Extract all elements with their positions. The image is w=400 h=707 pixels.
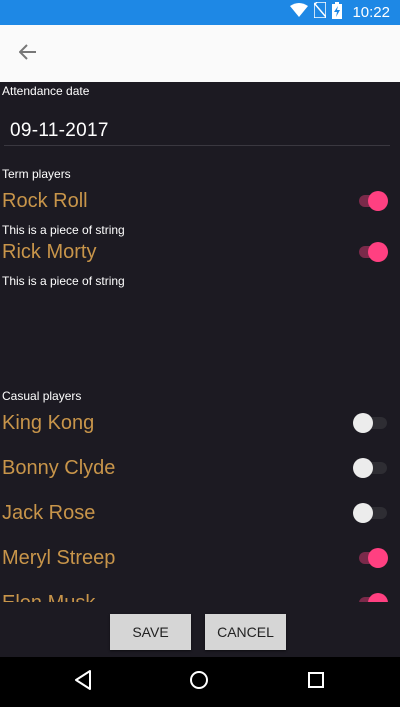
app-bar <box>0 25 400 82</box>
nav-back-button[interactable] <box>70 669 96 695</box>
term-player-name: Rock Roll <box>2 190 88 212</box>
term-player-name: Rick Morty <box>2 241 97 263</box>
casual-player-switch[interactable] <box>353 547 389 569</box>
no-sim-icon <box>313 1 328 23</box>
battery-charging-icon <box>332 1 343 24</box>
wifi-icon <box>290 3 309 22</box>
attendance-date-field[interactable]: 09-11-2017 <box>10 120 109 142</box>
casual-player-name: Bonny Clyde <box>2 457 116 479</box>
casual-player-name: Jack Rose <box>2 502 96 524</box>
status-time: 10:22 <box>352 4 390 21</box>
status-icons: 10:22 <box>290 1 390 24</box>
casual-player-switch[interactable] <box>353 412 389 434</box>
content-area: Attendance date 09-11-2017 Term players … <box>0 82 400 602</box>
attendance-date-label: Attendance date <box>2 84 90 98</box>
term-player-subtitle: This is a piece of string <box>2 274 125 288</box>
nav-home-button[interactable] <box>186 669 212 695</box>
cancel-button[interactable]: CANCEL <box>205 614 286 650</box>
casual-player-switch[interactable] <box>353 502 389 524</box>
casual-player-switch[interactable] <box>353 457 389 479</box>
arrow-left-icon <box>18 43 37 65</box>
term-players-label: Term players <box>2 167 71 181</box>
term-player-switch[interactable] <box>353 190 389 212</box>
term-player-switch[interactable] <box>353 241 389 263</box>
system-nav-bar <box>0 657 400 707</box>
nav-recents-button[interactable] <box>303 669 329 695</box>
save-button[interactable]: SAVE <box>110 614 191 650</box>
term-player-subtitle: This is a piece of string <box>2 223 125 237</box>
casual-player-name: King Kong <box>2 412 95 434</box>
action-bar: SAVE CANCEL <box>0 602 400 657</box>
casual-player-name: Elon Musk <box>2 592 95 602</box>
back-button[interactable] <box>12 39 44 69</box>
date-underline <box>4 145 390 146</box>
status-bar: 10:22 <box>0 0 400 25</box>
home-circle-icon <box>189 670 209 695</box>
back-triangle-icon <box>74 669 92 695</box>
casual-players-label: Casual players <box>2 389 82 403</box>
casual-player-name: Meryl Streep <box>2 547 116 569</box>
recents-square-icon <box>307 671 325 694</box>
casual-player-switch[interactable] <box>353 592 389 602</box>
